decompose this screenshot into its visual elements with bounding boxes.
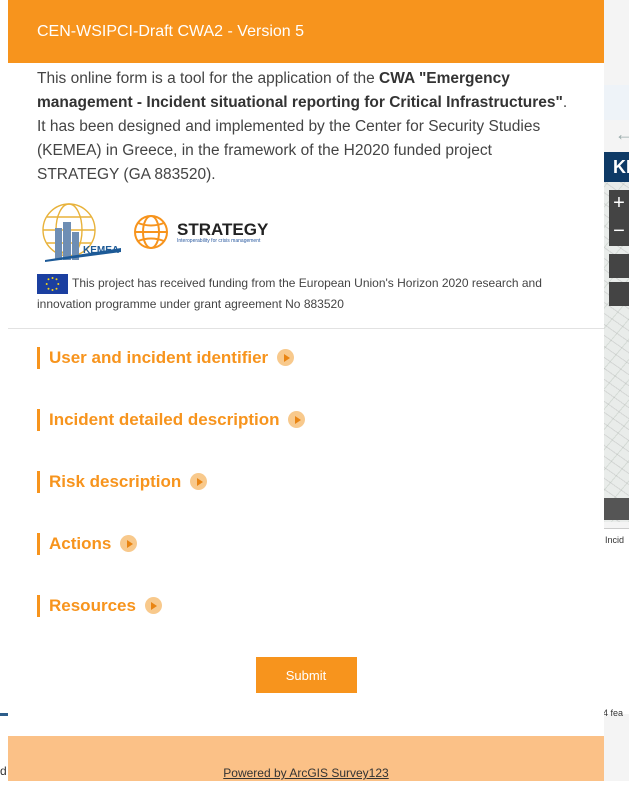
attribute-table: Incid (603, 528, 629, 714)
section-marker (37, 408, 40, 431)
kemea-logo-text: KEMEA (83, 245, 120, 256)
map-bottom-toolbar (603, 498, 629, 520)
powered-by-link[interactable]: Powered by ArcGIS Survey123 (223, 766, 388, 780)
strategy-logo: STRATEGY Interoperability for crisis man… (131, 212, 268, 252)
map-view[interactable]: + − (603, 182, 629, 522)
background-toolbar (603, 85, 629, 191)
background-left-bar (0, 713, 8, 716)
zoom-in-button[interactable]: + (609, 190, 629, 218)
background-map-app: ← KE + − Incid 4 fea (603, 0, 629, 781)
section-marker (37, 346, 40, 369)
submit-area: Submit (8, 656, 604, 693)
intro-paragraph: This online form is a tool for the appli… (37, 70, 568, 183)
expand-arrow-icon[interactable] (190, 473, 208, 491)
feature-count: 4 fea (603, 708, 624, 718)
eu-flag-icon (37, 273, 68, 294)
logo-row: KEMEA STRATEGY Interoperability for cris… (37, 201, 575, 263)
section-marker (37, 594, 40, 617)
home-icon[interactable] (609, 254, 629, 278)
expand-arrow-icon[interactable] (288, 411, 306, 429)
section-label[interactable]: Incident detailed description (49, 410, 279, 430)
strategy-logo-text: STRATEGY (177, 219, 269, 239)
zoom-out-button[interactable]: − (609, 218, 629, 246)
section-label[interactable]: User and incident identifier (49, 348, 268, 368)
table-tab[interactable]: Incid (603, 529, 629, 545)
expand-arrow-icon[interactable] (120, 535, 138, 553)
form-title: CEN-WSIPCI-Draft CWA2 - Version 5 (8, 0, 604, 63)
section-user-incident-identifier[interactable]: User and incident identifier (37, 346, 575, 369)
section-incident-detailed-description[interactable]: Incident detailed description (37, 408, 575, 431)
expand-arrow-icon[interactable] (277, 349, 295, 367)
eu-funding-notice: This project has received funding from t… (37, 273, 575, 314)
form-sections: User and incident identifier Incident de… (8, 329, 604, 617)
section-marker (37, 532, 40, 555)
kemea-logo: KEMEA (37, 202, 123, 262)
section-label[interactable]: Resources (49, 596, 136, 616)
section-risk-description[interactable]: Risk description (37, 470, 575, 493)
strategy-logo-subtitle: Interoperability for crisis management (177, 237, 261, 244)
background-left-text: d (0, 764, 7, 778)
survey-form-panel: CEN-WSIPCI-Draft CWA2 - Version 5 This o… (8, 0, 604, 781)
section-marker (37, 470, 40, 493)
strategy-globe-icon (134, 215, 168, 249)
section-label[interactable]: Actions (49, 534, 111, 554)
section-actions[interactable]: Actions (37, 532, 575, 555)
form-footer: Powered by ArcGIS Survey123 (8, 736, 604, 781)
section-label[interactable]: Risk description (49, 472, 181, 492)
eu-funding-text: This project has received funding from t… (37, 276, 542, 311)
locate-icon[interactable] (609, 282, 629, 306)
section-resources[interactable]: Resources (37, 594, 575, 617)
form-intro: This online form is a tool for the appli… (8, 63, 604, 314)
background-app-title: KE (603, 152, 629, 182)
back-arrow-icon[interactable]: ← (615, 124, 629, 145)
submit-button[interactable]: Submit (255, 656, 357, 693)
expand-arrow-icon[interactable] (144, 597, 162, 615)
